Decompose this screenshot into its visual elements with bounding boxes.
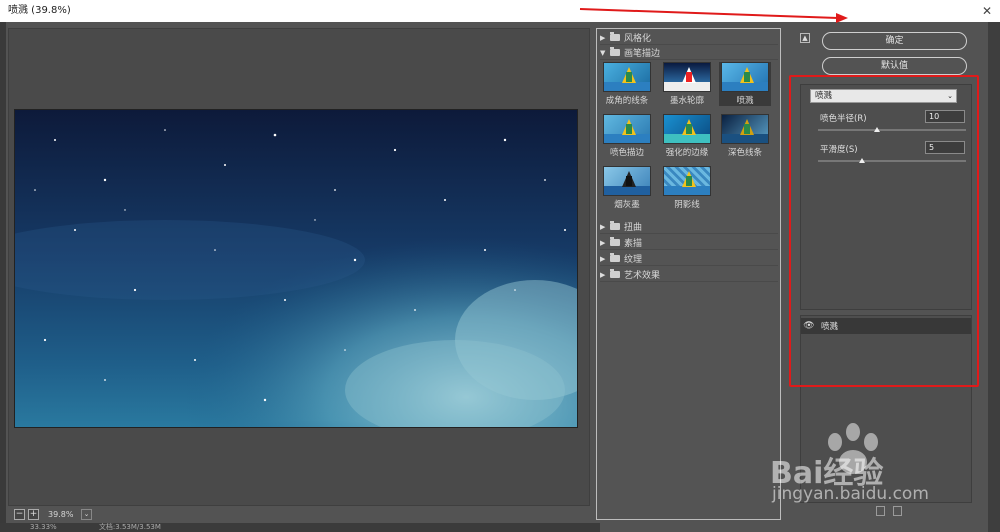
preview-image[interactable] <box>14 109 578 428</box>
left-strip <box>0 22 6 532</box>
close-icon[interactable]: ✕ <box>982 0 992 22</box>
starry-sky-image <box>15 110 577 427</box>
zoom-in-button[interactable]: + <box>28 508 39 520</box>
chevron-down-icon: ⌄ <box>947 92 953 100</box>
thumb-sumi-e[interactable]: 烟灰墨 <box>601 166 653 210</box>
expand-arrow-icon: ▶ <box>600 222 606 231</box>
thumb-enhanced-edges[interactable]: 强化的边缘 <box>661 114 713 158</box>
new-layer-icon[interactable] <box>876 506 885 516</box>
thumbnail-image <box>663 114 711 144</box>
category-stylize[interactable]: ▶ 风格化 <box>600 31 778 45</box>
category-label: 素描 <box>624 239 643 249</box>
zoom-out-button[interactable]: − <box>14 508 25 520</box>
folder-icon <box>610 47 620 56</box>
radius-slider[interactable] <box>818 129 966 131</box>
default-button[interactable]: 默认值 <box>822 57 967 75</box>
category-label: 纹理 <box>624 255 643 265</box>
radius-slider-thumb[interactable] <box>874 127 881 132</box>
folder-icon <box>610 221 620 230</box>
category-label: 画笔描边 <box>624 49 661 59</box>
thumb-label: 喷溅 <box>736 96 754 106</box>
category-distort[interactable]: ▶ 扭曲 <box>600 220 778 234</box>
zoom-dropdown-icon[interactable]: ⌄ <box>81 508 92 520</box>
thumb-accented-edges[interactable]: 成角的线条 <box>601 62 653 106</box>
trash-icon[interactable] <box>893 506 902 516</box>
expand-arrow-icon: ▶ <box>600 33 606 42</box>
smoothness-slider[interactable] <box>818 160 966 162</box>
thumb-label: 强化的边缘 <box>665 148 709 158</box>
expand-arrow-icon: ▶ <box>600 238 606 247</box>
expand-arrow-icon: ▶ <box>600 270 606 279</box>
status-bar: 33.33% 文档:3.53M/3.53M <box>0 523 600 532</box>
window-title: 喷溅 (39.8%) <box>8 5 71 16</box>
filter-gallery-list: ▶ 风格化 ▼ 画笔描边 成角的线条 墨水轮廓 喷溅 喷色描边 强化的边缘 深色… <box>596 28 781 520</box>
layer-actions <box>876 506 902 516</box>
category-artistic[interactable]: ▶ 艺术效果 <box>600 268 778 282</box>
thumb-label: 阴影线 <box>674 200 700 210</box>
thumbnail-image <box>663 62 711 92</box>
thumbnail-image <box>721 114 769 144</box>
status-zoom: 33.33% <box>30 523 57 531</box>
ok-button[interactable]: 确定 <box>822 32 967 50</box>
filter-select-value: 喷溅 <box>815 91 833 101</box>
category-texture[interactable]: ▶ 纹理 <box>600 252 778 266</box>
category-label: 扭曲 <box>624 223 643 233</box>
thumb-label: 成角的线条 <box>605 96 649 106</box>
category-label: 风格化 <box>624 34 652 44</box>
folder-icon <box>610 253 620 262</box>
window-titlebar: 喷溅 (39.8%) ✕ <box>0 0 1000 22</box>
thumb-label: 深色线条 <box>727 148 762 158</box>
param-label-smoothness: 平滑度(S) <box>820 145 858 155</box>
zoom-value[interactable]: 39.8% <box>48 510 78 519</box>
expand-arrow-icon: ▶ <box>600 254 606 263</box>
thumb-dark-strokes[interactable]: 深色线条 <box>719 114 771 158</box>
watermark-url: jingyan.baidu.com <box>772 484 929 504</box>
thumbnail-image <box>603 166 651 196</box>
thumb-label: 烟灰墨 <box>614 200 640 210</box>
effect-layer-row[interactable]: 👁 喷溅 <box>801 318 971 334</box>
right-edge <box>988 22 1000 532</box>
category-label: 艺术效果 <box>624 271 661 281</box>
collapse-gallery-icon[interactable]: ▲ <box>800 33 810 43</box>
thumb-crosshatch[interactable]: 阴影线 <box>661 166 713 210</box>
folder-icon <box>610 237 620 246</box>
effect-layer-name: 喷溅 <box>821 322 839 332</box>
folder-icon <box>610 32 620 41</box>
filter-select[interactable]: 喷溅 ⌄ <box>810 89 957 103</box>
collapse-arrow-icon: ▼ <box>600 48 606 57</box>
eye-icon[interactable]: 👁 <box>801 321 817 331</box>
param-label-radius: 喷色半径(R) <box>820 114 867 124</box>
zoom-bar: − + 39.8% ⌄ <box>14 507 92 521</box>
category-sketch[interactable]: ▶ 素描 <box>600 236 778 250</box>
thumb-sprayed-strokes[interactable]: 喷色描边 <box>601 114 653 158</box>
radius-input[interactable]: 10 <box>925 110 965 123</box>
category-brush-strokes[interactable]: ▼ 画笔描边 <box>600 46 778 60</box>
thumb-label: 墨水轮廓 <box>669 96 704 106</box>
smoothness-input[interactable]: 5 <box>925 141 965 154</box>
thumb-label: 喷色描边 <box>609 148 644 158</box>
smoothness-slider-thumb[interactable] <box>859 158 866 163</box>
thumbnail-image <box>721 62 769 92</box>
thumb-spatter[interactable]: 喷溅 <box>719 62 771 106</box>
thumb-ink-outlines[interactable]: 墨水轮廓 <box>661 62 713 106</box>
folder-icon <box>610 269 620 278</box>
thumbnail-image <box>603 114 651 144</box>
status-doc: 文档:3.53M/3.53M <box>98 523 161 531</box>
thumbnail-image <box>603 62 651 92</box>
thumbnail-image <box>663 166 711 196</box>
